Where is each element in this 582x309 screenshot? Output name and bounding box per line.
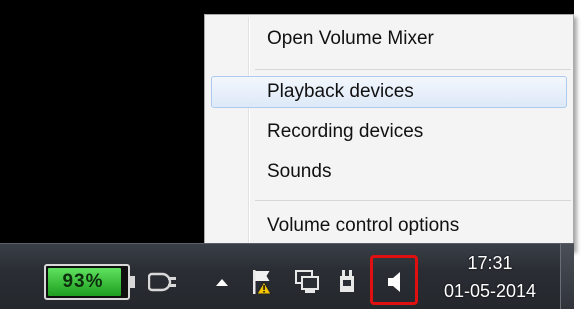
volume-context-menu: Open Volume Mixer Playback devices Recor… — [204, 14, 574, 250]
battery-indicator[interactable]: 93% — [44, 264, 135, 300]
screen-edge — [574, 0, 582, 309]
power-plug-icon[interactable] — [146, 266, 180, 298]
battery-percent-label: 93% — [62, 271, 104, 292]
network-icon[interactable] — [290, 266, 324, 298]
menu-item-volume-control-options[interactable]: Volume control options — [211, 210, 567, 242]
menu-item-recording-devices[interactable]: Recording devices — [211, 116, 567, 148]
menu-item-playback-devices[interactable]: Playback devices — [211, 76, 567, 108]
battery-terminal — [130, 276, 135, 288]
power-icon[interactable] — [330, 266, 364, 298]
action-center-flag-icon[interactable] — [246, 266, 280, 298]
clock-time[interactable]: 17:31 — [430, 253, 550, 274]
show-hidden-icons-arrow[interactable] — [208, 266, 236, 298]
clock-date[interactable]: 01-05-2014 — [430, 281, 550, 302]
menu-item-sounds[interactable]: Sounds — [211, 156, 567, 188]
menu-separator — [255, 69, 571, 70]
menu-separator — [255, 200, 571, 201]
show-desktop-button[interactable] — [560, 244, 574, 309]
menu-item-open-volume-mixer[interactable]: Open Volume Mixer — [211, 23, 567, 55]
speaker-highlight-box — [370, 255, 418, 305]
